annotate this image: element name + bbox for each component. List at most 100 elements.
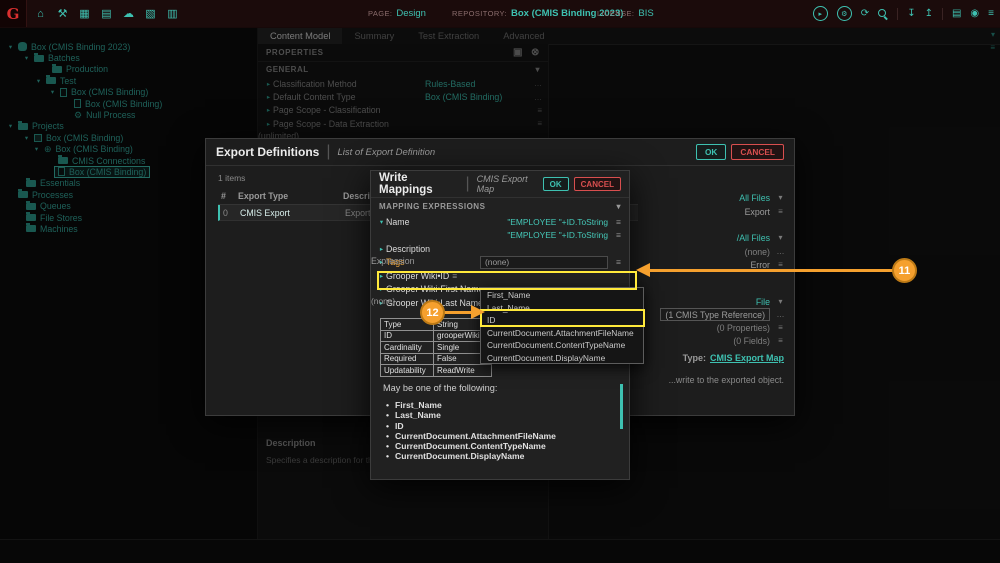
type-line: Type: CMIS Export Map: [683, 353, 784, 363]
expander-icon[interactable]: [377, 285, 386, 293]
grid-row[interactable]: (1 CMIS Type Reference): [660, 308, 786, 321]
play-icon[interactable]: [813, 6, 828, 21]
info-row: RequiredFalse: [381, 353, 492, 365]
grid-value: File: [756, 297, 770, 307]
briefcase-icon[interactable]: [100, 7, 113, 20]
expander-icon[interactable]: [377, 272, 386, 280]
cell-number: 0: [220, 208, 240, 218]
row-value[interactable]: "EMPLOYEE "+ID.ToString: [507, 217, 608, 227]
grid-row[interactable]: (0 Properties): [717, 321, 786, 334]
batches-icon[interactable]: [78, 7, 91, 20]
home-icon[interactable]: [34, 8, 47, 20]
dropdown-item[interactable]: CurrentDocument.ContentTypeName: [481, 339, 643, 352]
expander-icon[interactable]: [377, 218, 386, 226]
dialog-header: Export Definitions | List of Export Defi…: [206, 139, 794, 166]
info-key: ID: [381, 330, 434, 342]
menu-icon[interactable]: [775, 323, 786, 332]
cancel-button[interactable]: CANCEL: [731, 144, 784, 160]
grid-value: /All Files: [737, 233, 770, 243]
ellipsis-icon[interactable]: [775, 310, 786, 319]
info-row: IDgrooperWiki.id: [381, 330, 492, 342]
cell-export-type: CMIS Export: [240, 208, 345, 218]
mapping-expressions-section[interactable]: MAPPING EXPRESSIONS: [371, 198, 629, 214]
ok-button[interactable]: OK: [696, 144, 726, 160]
menu-icon[interactable]: [613, 230, 624, 240]
grid-row[interactable]: (0 Fields): [733, 334, 786, 347]
type-link[interactable]: CMIS Export Map: [710, 353, 784, 363]
hint-item: ID: [395, 421, 556, 431]
mapping-row-expression[interactable]: Expression "EMPLOYEE "+ID.ToString: [371, 229, 629, 243]
row-label: Grooper Wiki•ID: [386, 271, 449, 281]
hint-item: CurrentDocument.DisplayName: [395, 451, 556, 461]
stats-icon[interactable]: [144, 7, 157, 20]
expander-icon[interactable]: [377, 245, 386, 253]
hint-item: CurrentDocument.AttachmentFileName: [395, 431, 556, 441]
license-value: BIS: [638, 8, 653, 19]
callout-11: 11: [892, 258, 917, 283]
dropdown-item[interactable]: Last_Name: [481, 302, 643, 315]
grid-row[interactable]: File: [756, 295, 786, 308]
dialog-subtitle: CMIS Export Map: [477, 174, 543, 194]
grid-value: (0 Fields): [733, 336, 770, 346]
row-label: Description: [386, 244, 430, 254]
grid-value: (0 Properties): [717, 323, 770, 333]
mapping-row-name[interactable]: Name "EMPLOYEE "+ID.ToString: [371, 215, 629, 229]
grid-value[interactable]: (1 CMIS Type Reference): [660, 308, 770, 321]
menu-icon[interactable]: [775, 260, 786, 269]
menu-icon[interactable]: [988, 8, 994, 19]
menu-icon[interactable]: [613, 217, 624, 227]
info-key: Cardinality: [381, 342, 434, 354]
dialog-subtitle: List of Export Definition: [338, 147, 436, 158]
menu-icon[interactable]: [775, 207, 786, 216]
machines-icon[interactable]: [166, 7, 179, 20]
menu-icon[interactable]: [613, 257, 624, 267]
mapping-row-grooper-wiki-id[interactable]: Grooper Wiki•ID (none): [371, 269, 629, 283]
download-icon[interactable]: [907, 8, 915, 19]
row-value[interactable]: "EMPLOYEE "+ID.ToString: [507, 230, 608, 240]
chevron-down-icon[interactable]: [775, 193, 786, 202]
ok-button[interactable]: OK: [543, 177, 569, 191]
cloud-icon[interactable]: [122, 7, 135, 20]
grid-row[interactable]: /All Files: [737, 231, 786, 244]
chevron-down-icon[interactable]: [775, 297, 786, 306]
row-label: Name: [386, 217, 409, 227]
hint-list: First_Name Last_Name ID CurrentDocument.…: [395, 400, 556, 462]
row-label: Grooper Wiki•First Name: [386, 284, 483, 294]
scrollbar-thumb[interactable]: [620, 384, 623, 429]
grid-value: Error: [750, 260, 770, 270]
chevron-down-icon[interactable]: [616, 202, 621, 211]
account-icon[interactable]: [970, 8, 979, 19]
grid-row[interactable]: Export: [745, 205, 786, 218]
column-export-type[interactable]: Export Type: [238, 191, 343, 201]
grid-row[interactable]: All Files: [739, 191, 786, 204]
info-key: Updatability: [381, 365, 434, 377]
grid-row[interactable]: (none): [745, 245, 786, 258]
type-label: Type:: [683, 353, 706, 363]
tags-input[interactable]: (none): [480, 256, 608, 269]
dialog-header: Write Mappings | CMIS Export Map OK CANC…: [371, 171, 629, 198]
page-value[interactable]: Design: [396, 8, 426, 19]
menu-icon[interactable]: [449, 271, 460, 281]
tools-icon[interactable]: [56, 7, 69, 20]
refresh-icon[interactable]: [861, 8, 869, 19]
upload-icon[interactable]: [925, 8, 933, 19]
gear-icon[interactable]: [837, 6, 852, 21]
dropdown-item[interactable]: First_Name: [481, 289, 643, 302]
grid-value: (none): [745, 247, 770, 257]
info-key: Required: [381, 353, 434, 365]
column-number[interactable]: #: [218, 191, 238, 201]
mapping-row-description[interactable]: Description: [371, 242, 629, 256]
dropdown-item[interactable]: CurrentDocument.AttachmentFileName: [481, 327, 643, 340]
menu-icon[interactable]: [775, 336, 786, 345]
topbar-action-icons: [813, 0, 994, 27]
cancel-button[interactable]: CANCEL: [574, 177, 621, 191]
layers-icon[interactable]: [952, 8, 961, 19]
info-row: CardinalitySingle: [381, 342, 492, 354]
dropdown-item-id[interactable]: ID: [481, 314, 643, 327]
ellipsis-icon[interactable]: [775, 247, 786, 256]
chevron-down-icon[interactable]: [775, 233, 786, 242]
dropdown-item[interactable]: CurrentDocument.DisplayName: [481, 352, 643, 365]
search-icon[interactable]: [878, 9, 888, 19]
grooper-logo[interactable]: G: [0, 0, 27, 27]
topbar: G PAGE: Design REPOSITORY: Box (CMIS Bin…: [0, 0, 1000, 28]
